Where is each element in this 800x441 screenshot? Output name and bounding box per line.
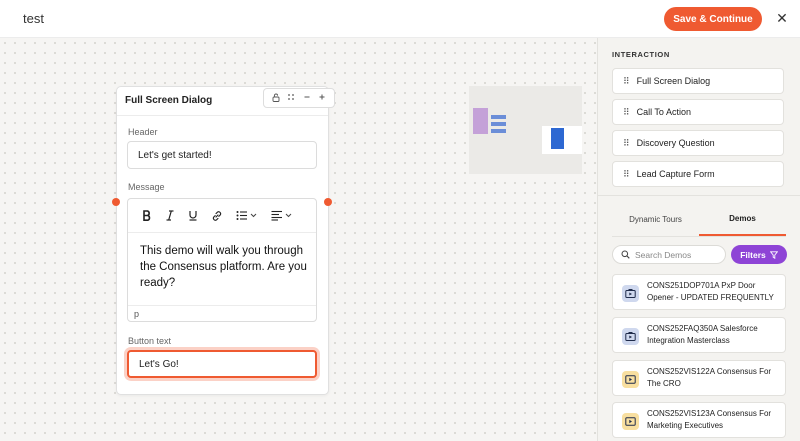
interaction-item-label: Call To Action (636, 107, 691, 117)
interaction-item-label: Lead Capture Form (636, 169, 715, 179)
interaction-item-label: Discovery Question (636, 138, 715, 148)
dialog-toolbar (263, 88, 335, 108)
drag-icon[interactable] (285, 93, 297, 103)
sidebar-divider (598, 195, 800, 196)
demo-title: CONS252VIS122A Consensus For The CRO (647, 367, 772, 388)
demo-title: CONS251DOP701A PxP Door Opener - UPDATED… (647, 281, 774, 302)
bold-button[interactable] (142, 210, 152, 221)
button-text-label: Button text (128, 336, 172, 346)
demo-icon (622, 285, 639, 302)
interaction-item-label: Full Screen Dialog (636, 76, 711, 86)
search-input[interactable] (635, 249, 725, 260)
right-sidebar: INTERACTION ⠿ Full Screen Dialog ⠿ Call … (597, 38, 800, 441)
search-demos-field[interactable] (612, 245, 726, 264)
library-tabs: Dynamic Tours Demos (612, 203, 786, 237)
demo-card[interactable]: CONS252FAQ350A Salesforce Integration Ma… (612, 317, 786, 353)
tabs-underline (612, 236, 786, 237)
align-icon[interactable] (271, 210, 295, 221)
top-bar: test Save & Continue ✕ (0, 0, 800, 38)
save-continue-button[interactable]: Save & Continue (664, 7, 762, 31)
video-icon (622, 413, 639, 430)
right-connector-handle[interactable] (324, 198, 332, 206)
tab-dynamic-tours[interactable]: Dynamic Tours (612, 203, 699, 236)
demo-card[interactable]: CONS252VIS122A Consensus For The CRO (612, 360, 786, 396)
interaction-item-discovery-question[interactable]: ⠿ Discovery Question (612, 130, 784, 156)
full-screen-dialog[interactable]: Full Screen Dialog Header Let's get star… (116, 86, 335, 395)
interaction-item-full-screen-dialog[interactable]: ⠿ Full Screen Dialog (612, 68, 784, 94)
filter-icon (769, 250, 778, 259)
dialog-title: Full Screen Dialog (125, 95, 213, 106)
editor-toolbar (128, 199, 316, 233)
close-icon[interactable]: ✕ (775, 11, 789, 25)
dialog-divider (117, 115, 328, 116)
tab-demos[interactable]: Demos (699, 203, 786, 236)
drag-handle-icon[interactable]: ⠿ (623, 138, 630, 149)
minimap[interactable] (469, 86, 582, 174)
header-label: Header (128, 127, 158, 137)
editor-canvas[interactable]: Full Screen Dialog Header Let's get star… (0, 38, 597, 441)
interaction-item-call-to-action[interactable]: ⠿ Call To Action (612, 99, 784, 125)
plus-icon[interactable] (316, 93, 328, 103)
demo-title: CONS252FAQ350A Salesforce Integration Ma… (647, 324, 758, 345)
lock-icon[interactable] (270, 93, 282, 104)
minus-icon[interactable] (301, 93, 313, 103)
drag-handle-icon[interactable]: ⠿ (623, 107, 630, 118)
message-editor[interactable]: This demo will walk you through the Cons… (127, 198, 317, 322)
drag-handle-icon[interactable]: ⠿ (623, 169, 630, 180)
drag-handle-icon[interactable]: ⠿ (623, 76, 630, 87)
bullet-list-icon[interactable] (236, 210, 258, 221)
message-text[interactable]: This demo will walk you through the Cons… (140, 243, 310, 291)
filters-label: Filters (740, 249, 766, 260)
message-label: Message (128, 182, 165, 192)
demo-title: CONS252VIS123A Consensus For Marketing E… (647, 409, 772, 430)
interaction-section-title: INTERACTION (612, 50, 670, 59)
left-connector-handle[interactable] (112, 198, 120, 206)
filters-button[interactable]: Filters (731, 245, 787, 264)
header-input[interactable]: Let's get started! (127, 141, 317, 169)
interaction-item-lead-capture-form[interactable]: ⠿ Lead Capture Form (612, 161, 784, 187)
link-icon[interactable] (211, 210, 223, 222)
page-title: test (23, 11, 44, 26)
video-icon (622, 371, 639, 388)
button-text-input[interactable]: Let's Go! (127, 350, 317, 378)
demo-card[interactable]: CONS251DOP701A PxP Door Opener - UPDATED… (612, 274, 786, 310)
underline-button[interactable] (188, 210, 198, 221)
demo-card[interactable]: CONS252VIS123A Consensus For Marketing E… (612, 402, 786, 438)
editor-path-indicator: p (128, 305, 316, 323)
italic-button[interactable] (165, 210, 175, 221)
demo-icon (622, 328, 639, 345)
search-icon (621, 250, 630, 259)
